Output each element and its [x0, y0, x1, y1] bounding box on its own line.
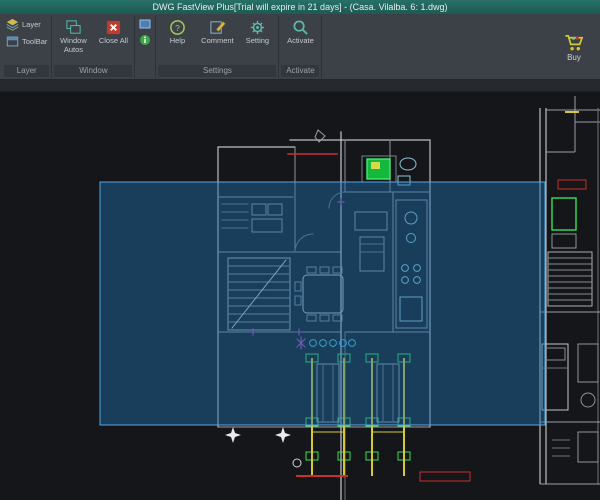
- ribbon-group-layer: Layer ToolBar Layer: [2, 16, 52, 78]
- stairs-right: [548, 252, 592, 306]
- setting-button[interactable]: Setting: [238, 17, 276, 48]
- activate-label: Activate: [287, 37, 314, 46]
- ribbon-group-window: Window Autos Close All Window: [52, 16, 135, 78]
- highlighted-entity: [362, 156, 396, 182]
- canvas-top-strip: [0, 80, 600, 92]
- app-window: DWG FastView Plus[Trial will expire in 2…: [0, 0, 600, 500]
- activate-icon: [292, 19, 309, 36]
- survey-point: [293, 459, 301, 467]
- buy-button[interactable]: Buy: [552, 16, 596, 78]
- window-title: DWG FastView Plus[Trial will expire in 2…: [153, 2, 448, 12]
- group-label-window: Window: [54, 65, 132, 77]
- toolbar-button-label: ToolBar: [22, 37, 47, 46]
- layer-icon: [6, 18, 19, 31]
- setting-label: Setting: [246, 37, 269, 46]
- cad-drawing: [0, 92, 600, 500]
- mini-window-button[interactable]: [137, 17, 153, 31]
- star-symbols: [225, 427, 291, 443]
- window-autos-label: Window Autos: [55, 37, 91, 54]
- info-icon: [139, 34, 151, 46]
- close-all-icon: [105, 19, 122, 36]
- ribbon-group-settings: ? Help Comment Setting Settings: [156, 16, 279, 78]
- buy-label: Buy: [567, 53, 581, 62]
- selection-box: [100, 182, 545, 425]
- mini-window-icon: [139, 18, 151, 30]
- buy-cart-icon: [563, 33, 585, 52]
- ribbon-group-utilities: .: [135, 16, 156, 78]
- window-autos-button[interactable]: Window Autos: [54, 17, 92, 56]
- group-label-activate: Activate: [281, 65, 319, 77]
- group-label-settings: Settings: [158, 65, 276, 77]
- svg-text:?: ?: [175, 23, 180, 33]
- ribbon-toolbar: Layer ToolBar Layer: [0, 14, 600, 80]
- comment-button[interactable]: Comment: [198, 17, 236, 48]
- info-button[interactable]: [137, 33, 153, 47]
- drawing-canvas[interactable]: [0, 92, 600, 500]
- title-bar: DWG FastView Plus[Trial will expire in 2…: [0, 0, 600, 14]
- layer-button[interactable]: Layer: [4, 17, 49, 32]
- ribbon-group-activate: Activate Activate: [279, 16, 322, 78]
- toolbar-icon: [6, 35, 19, 48]
- red-markers: [296, 472, 470, 481]
- activate-button[interactable]: Activate: [281, 17, 319, 48]
- help-label: Help: [170, 37, 185, 46]
- close-all-label: Close All: [99, 37, 128, 46]
- floor-plan-right: [540, 96, 600, 484]
- close-all-button[interactable]: Close All: [94, 17, 132, 48]
- group-label-layer: Layer: [4, 65, 49, 77]
- comment-icon: [209, 19, 226, 36]
- comment-label: Comment: [201, 37, 234, 46]
- help-icon: ?: [169, 19, 186, 36]
- layer-button-label: Layer: [22, 20, 41, 29]
- ribbon-spacer: [322, 16, 552, 78]
- window-autos-icon: [65, 19, 82, 36]
- setting-icon: [249, 19, 266, 36]
- green-fixture: [552, 198, 576, 230]
- bathroom-fixtures: [398, 158, 416, 185]
- toolbar-button[interactable]: ToolBar: [4, 34, 49, 49]
- help-button[interactable]: ? Help: [158, 17, 196, 48]
